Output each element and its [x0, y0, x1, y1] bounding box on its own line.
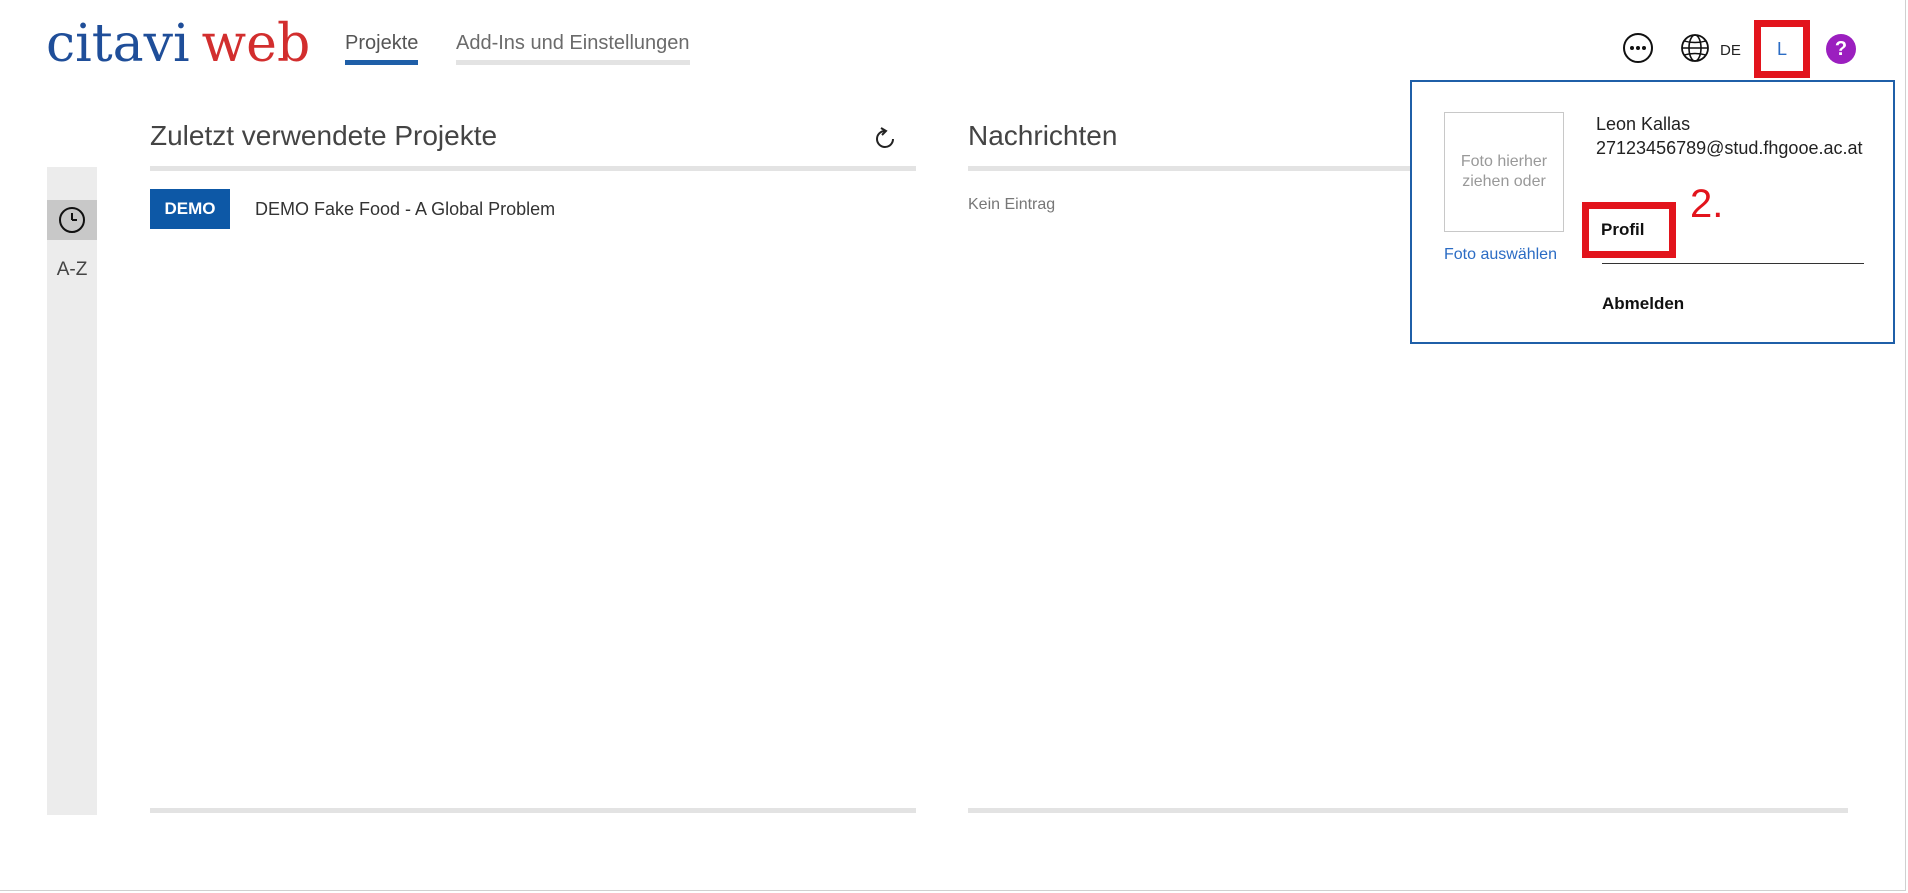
refresh-icon — [876, 127, 894, 148]
sidebar-item-recent[interactable] — [47, 200, 97, 240]
tab-add-ins-settings[interactable]: Add-Ins und Einstellungen — [456, 32, 690, 65]
language-code[interactable]: DE — [1720, 42, 1741, 59]
tab-inactive-indicator — [456, 60, 690, 65]
profile-menu-item[interactable]: Profil — [1582, 202, 1676, 258]
photo-dropzone[interactable]: Foto hierher ziehen oder — [1444, 112, 1564, 232]
help-button[interactable]: ? — [1826, 34, 1856, 64]
globe-icon — [1681, 34, 1709, 62]
news-divider — [968, 166, 1410, 171]
logo-citavi-text: citavi — [46, 14, 190, 74]
annotation-step-2: 2. — [1690, 182, 1724, 226]
news-bottom-rule — [968, 808, 1848, 813]
tab-projekte-label: Projekte — [345, 32, 419, 54]
sidebar-item-az[interactable]: A-Z — [47, 259, 97, 281]
photo-dropzone-text: Foto hierher ziehen oder — [1460, 153, 1548, 190]
user-initial: L — [1776, 38, 1787, 59]
user-menu-dropdown: Foto hierher ziehen oder Foto auswählen … — [1410, 80, 1895, 344]
menu-divider — [1602, 263, 1864, 264]
tab-projekte[interactable]: Projekte — [345, 32, 419, 65]
user-email: 27123456789@stud.fhgooe.ac.at — [1596, 138, 1863, 158]
recent-projects-title: Zuletzt verwendete Projekte — [150, 120, 498, 151]
tab-add-ins-label: Add-Ins und Einstellungen — [456, 32, 690, 54]
user-name: Leon Kallas — [1596, 114, 1691, 134]
logout-menu-item[interactable]: Abmelden — [1602, 294, 1684, 314]
news-title: Nachrichten — [968, 120, 1118, 151]
select-photo-link[interactable]: Foto auswählen — [1444, 246, 1557, 264]
more-horizontal-icon — [1623, 33, 1653, 63]
project-link[interactable]: DEMO Fake Food - A Global Problem — [255, 199, 555, 220]
clock-icon — [59, 207, 85, 233]
profile-label: Profil — [1601, 220, 1645, 239]
help-icon: ? — [1834, 37, 1848, 60]
recent-projects-divider — [150, 166, 916, 171]
sidebar-rail: A-Z — [47, 167, 97, 815]
app-frame: citavi web Projekte Add-Ins und Einstell… — [0, 0, 1906, 891]
news-empty-message: Kein Eintrag — [968, 196, 1056, 213]
more-options-button[interactable] — [1622, 32, 1654, 64]
user-account-button[interactable]: L — [1754, 20, 1810, 78]
tab-active-indicator — [345, 60, 419, 65]
recent-projects-bottom-rule — [150, 808, 916, 813]
language-button[interactable] — [1680, 33, 1710, 63]
logo-web-text: web — [201, 14, 311, 74]
project-demo-badge[interactable]: DEMO — [150, 189, 230, 229]
citavi-web-logo[interactable]: citavi web — [46, 14, 310, 76]
refresh-button[interactable] — [872, 126, 898, 157]
